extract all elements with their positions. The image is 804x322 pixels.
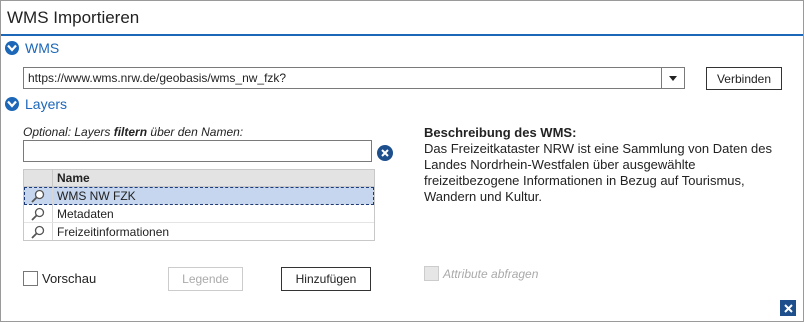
checkbox-box[interactable]	[23, 271, 38, 286]
magnifier-icon[interactable]	[24, 223, 53, 240]
description-title: Beschreibung des WMS:	[424, 125, 577, 140]
table-row[interactable]: Freizeitinformationen	[24, 223, 374, 240]
dialog-title: WMS Importieren	[7, 8, 140, 27]
wms-import-dialog: WMS Importieren WMS https://www.wms.nrw.…	[0, 0, 804, 322]
wms-section-header[interactable]: WMS	[5, 40, 59, 56]
table-row[interactable]: Metadaten	[24, 205, 374, 223]
query-attributes-label: Attribute abfragen	[443, 266, 539, 281]
wms-description: Beschreibung des WMS: Das Freizeitkatast…	[424, 125, 794, 205]
layer-name: WMS NW FZK	[57, 189, 136, 203]
wms-url-input[interactable]: https://www.wms.nrw.de/geobasis/wms_nw_f…	[28, 71, 286, 85]
close-icon[interactable]	[780, 300, 796, 316]
layers-section-header[interactable]: Layers	[5, 96, 67, 112]
connect-button[interactable]: Verbinden	[706, 67, 782, 90]
column-header-name[interactable]: Name	[53, 170, 374, 186]
layer-filter-input[interactable]	[23, 140, 372, 162]
add-button[interactable]: Hinzufügen	[281, 267, 371, 291]
wms-url-combobox[interactable]: https://www.wms.nrw.de/geobasis/wms_nw_f…	[23, 67, 685, 89]
preview-label: Vorschau	[42, 271, 97, 286]
query-attributes-checkbox[interactable]: Attribute abfragen	[424, 266, 538, 281]
filter-hint: Optional: Layers filtern über den Namen:	[23, 125, 244, 139]
wms-section-label: WMS	[25, 40, 60, 56]
chevron-down-icon	[5, 41, 19, 55]
magnifier-icon[interactable]	[24, 187, 53, 204]
layers-table: Name WMS NW FZK Metadaten Freizeitinform…	[23, 169, 375, 241]
description-text: Das Freizeitkataster NRW ist eine Sammlu…	[424, 141, 773, 204]
legend-button[interactable]: Legende	[168, 267, 243, 291]
checkbox-box[interactable]	[424, 266, 439, 281]
clear-icon[interactable]	[377, 145, 393, 161]
chevron-down-icon	[5, 97, 19, 111]
table-row[interactable]: WMS NW FZK	[24, 187, 374, 205]
magnifier-icon[interactable]	[24, 205, 53, 222]
dropdown-arrow-icon[interactable]	[661, 68, 684, 88]
layers-section-label: Layers	[25, 96, 68, 112]
layer-name: Metadaten	[57, 207, 114, 221]
layers-table-header: Name	[24, 170, 374, 187]
layer-name: Freizeitinformationen	[57, 225, 170, 239]
preview-checkbox[interactable]: Vorschau	[23, 271, 96, 286]
title-bar: WMS Importieren	[1, 1, 803, 36]
